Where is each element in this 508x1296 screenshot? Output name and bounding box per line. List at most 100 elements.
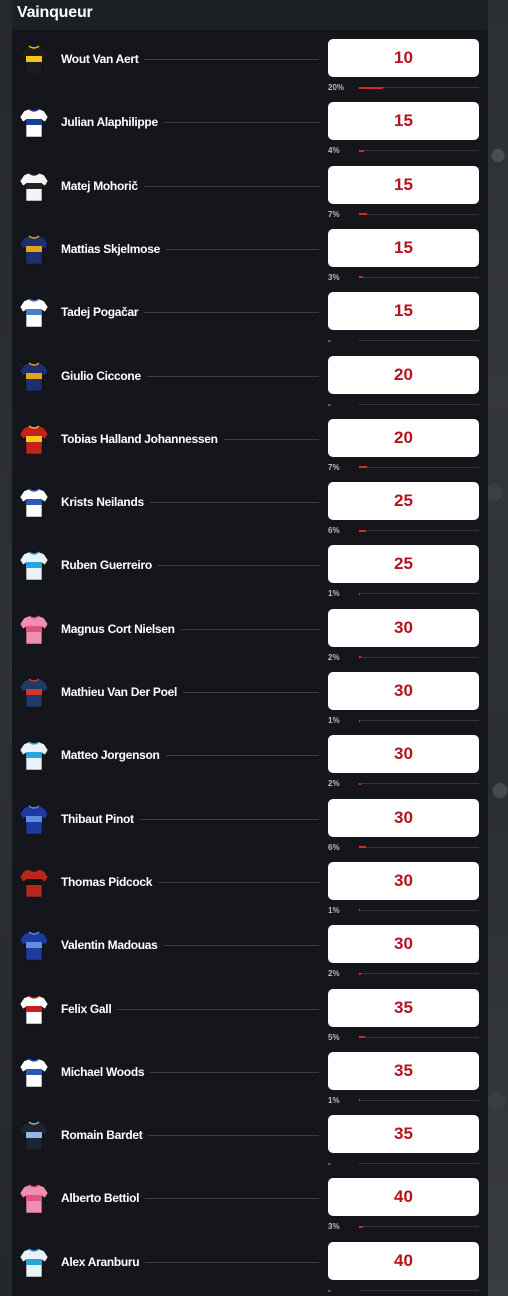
- jersey-groupama-fdj-icon: [20, 931, 48, 961]
- rider-name: Matej Mohorič: [61, 178, 144, 193]
- jersey-ineos-icon: [20, 868, 48, 898]
- bet-percentage: -: [328, 336, 331, 346]
- rider-name: Tadej Pogačar: [61, 305, 145, 320]
- percentage-bar-fill: [359, 86, 383, 89]
- jersey-israel-premier-tech-icon: [20, 1058, 48, 1088]
- odds-button[interactable]: 25: [328, 482, 479, 521]
- percentage-bar: [359, 340, 479, 342]
- odds-button[interactable]: 40: [328, 1241, 479, 1280]
- bet-percentage: 5%: [328, 1032, 340, 1042]
- percentage-bar: [359, 909, 479, 912]
- rider-name: Giulio Ciccone: [61, 368, 147, 383]
- percentage-bar: [359, 276, 479, 279]
- bet-percentage: 7%: [328, 462, 340, 472]
- odds-button[interactable]: 30: [328, 925, 479, 964]
- percentage-bar: [359, 972, 479, 975]
- percentage-bar: [359, 1036, 479, 1038]
- rider-name: Wout Van Aert: [61, 52, 145, 66]
- odds-button[interactable]: 15: [328, 102, 479, 141]
- odds-button[interactable]: 35: [328, 1051, 479, 1090]
- jersey-israel-premier-tech-icon: [20, 488, 48, 518]
- rider-row: Magnus Cort Nielsen 30 2%: [12, 600, 488, 663]
- bet-percentage: 2%: [328, 779, 340, 789]
- percentage-bar-fill: [359, 529, 367, 532]
- background-left: [0, 0, 12, 1296]
- rider-name: Alex Aranburu: [61, 1254, 146, 1269]
- rider-name: Alberto Bettiol: [61, 1191, 146, 1206]
- percentage-bar: [359, 782, 479, 785]
- percentage-bar: [359, 1289, 479, 1291]
- percentage-bar-fill: [359, 719, 361, 722]
- page-title: Vainqueur: [17, 4, 93, 21]
- percentage-bar: [359, 656, 479, 659]
- bet-percentage: -: [328, 399, 331, 409]
- percentage-bar-fill: [359, 213, 368, 216]
- rider-name: Tobias Halland Johannessen: [61, 431, 224, 446]
- jersey-lidl-trek-icon: [20, 235, 48, 265]
- percentage-bar: [359, 1099, 479, 1102]
- percentage-bar: [359, 529, 479, 532]
- bet-percentage: 3%: [328, 272, 340, 282]
- percentage-bar-fill: [359, 149, 364, 152]
- odds-button[interactable]: 20: [328, 418, 479, 457]
- percentage-bar: [359, 719, 479, 722]
- jersey-dsm-icon: [20, 1121, 48, 1151]
- rider-name: Magnus Cort Nielsen: [61, 621, 181, 636]
- odds-button[interactable]: 10: [328, 39, 479, 77]
- odds-button[interactable]: 25: [328, 545, 479, 584]
- odds-button[interactable]: 20: [328, 355, 479, 394]
- rider-row: Tadej Pogačar 15 -: [12, 283, 488, 346]
- rider-row: Romain Bardet 35 -: [12, 1106, 488, 1169]
- bet-percentage: 6%: [328, 842, 340, 852]
- percentage-bar: [359, 403, 479, 405]
- bet-percentage: 1%: [328, 1095, 340, 1105]
- odds-button[interactable]: 15: [328, 165, 479, 204]
- percentage-bar-fill: [359, 466, 368, 469]
- rider-name: Romain Bardet: [61, 1128, 149, 1143]
- rider-name: Thibaut Pinot: [61, 811, 140, 826]
- percentage-bar-fill: [359, 592, 361, 595]
- rider-row: Giulio Ciccone 20 -: [12, 347, 488, 410]
- bet-percentage: 1%: [328, 716, 340, 725]
- rider-row: Wout Van Aert 10 20%: [12, 30, 488, 93]
- odds-button[interactable]: 30: [328, 735, 479, 774]
- rider-name: Valentin Madouas: [61, 938, 164, 953]
- bet-percentage: 7%: [328, 209, 340, 219]
- odds-button[interactable]: 30: [328, 861, 479, 900]
- percentage-bar: [359, 592, 479, 595]
- rider-row: Ruben Guerreiro 25 1%: [12, 536, 488, 599]
- percentage-bar-fill: [359, 782, 362, 785]
- odds-button[interactable]: 40: [328, 1178, 479, 1217]
- percentage-bar: [359, 86, 479, 89]
- bet-percentage: 1%: [328, 589, 340, 599]
- rider-name: Felix Gall: [61, 1001, 118, 1016]
- jersey-uae-emirates-icon: [20, 298, 48, 328]
- bet-percentage: 3%: [328, 1222, 340, 1232]
- rider-name: Mattias Skjelmose: [61, 241, 166, 256]
- percentage-bar-fill: [359, 909, 361, 912]
- odds-button[interactable]: 35: [328, 988, 479, 1027]
- jersey-ef-education-icon: [20, 1184, 48, 1214]
- rider-row: Mathieu Van Der Poel 30 1%: [12, 663, 488, 726]
- jersey-lidl-trek-icon: [20, 361, 48, 391]
- odds-button[interactable]: 30: [328, 672, 479, 710]
- rider-name: Thomas Pidcock: [61, 874, 159, 889]
- odds-button[interactable]: 30: [328, 798, 479, 837]
- bet-percentage: 20%: [328, 83, 345, 92]
- odds-button[interactable]: 30: [328, 608, 479, 647]
- rider-row: Matteo Jorgenson 30 2%: [12, 726, 488, 789]
- percentage-bar: [359, 149, 479, 152]
- jersey-jumbo-visma-icon: [20, 45, 48, 75]
- rider-row: Tobias Halland Johannessen 20 7%: [12, 410, 488, 473]
- rider-row: Alberto Bettiol 40 3%: [12, 1169, 488, 1232]
- odds-button[interactable]: 15: [328, 228, 479, 267]
- rider-name: Julian Alaphilippe: [61, 115, 164, 130]
- jersey-movistar-icon: [20, 551, 48, 581]
- odds-button[interactable]: 15: [328, 292, 479, 331]
- percentage-bar-fill: [359, 656, 362, 659]
- rider-name: Matteo Jorgenson: [61, 748, 166, 763]
- bet-percentage: -: [328, 1285, 331, 1295]
- odds-button[interactable]: 35: [328, 1115, 479, 1154]
- rider-row: Thibaut Pinot 30 6%: [12, 790, 488, 853]
- percentage-bar-fill: [359, 1099, 361, 1102]
